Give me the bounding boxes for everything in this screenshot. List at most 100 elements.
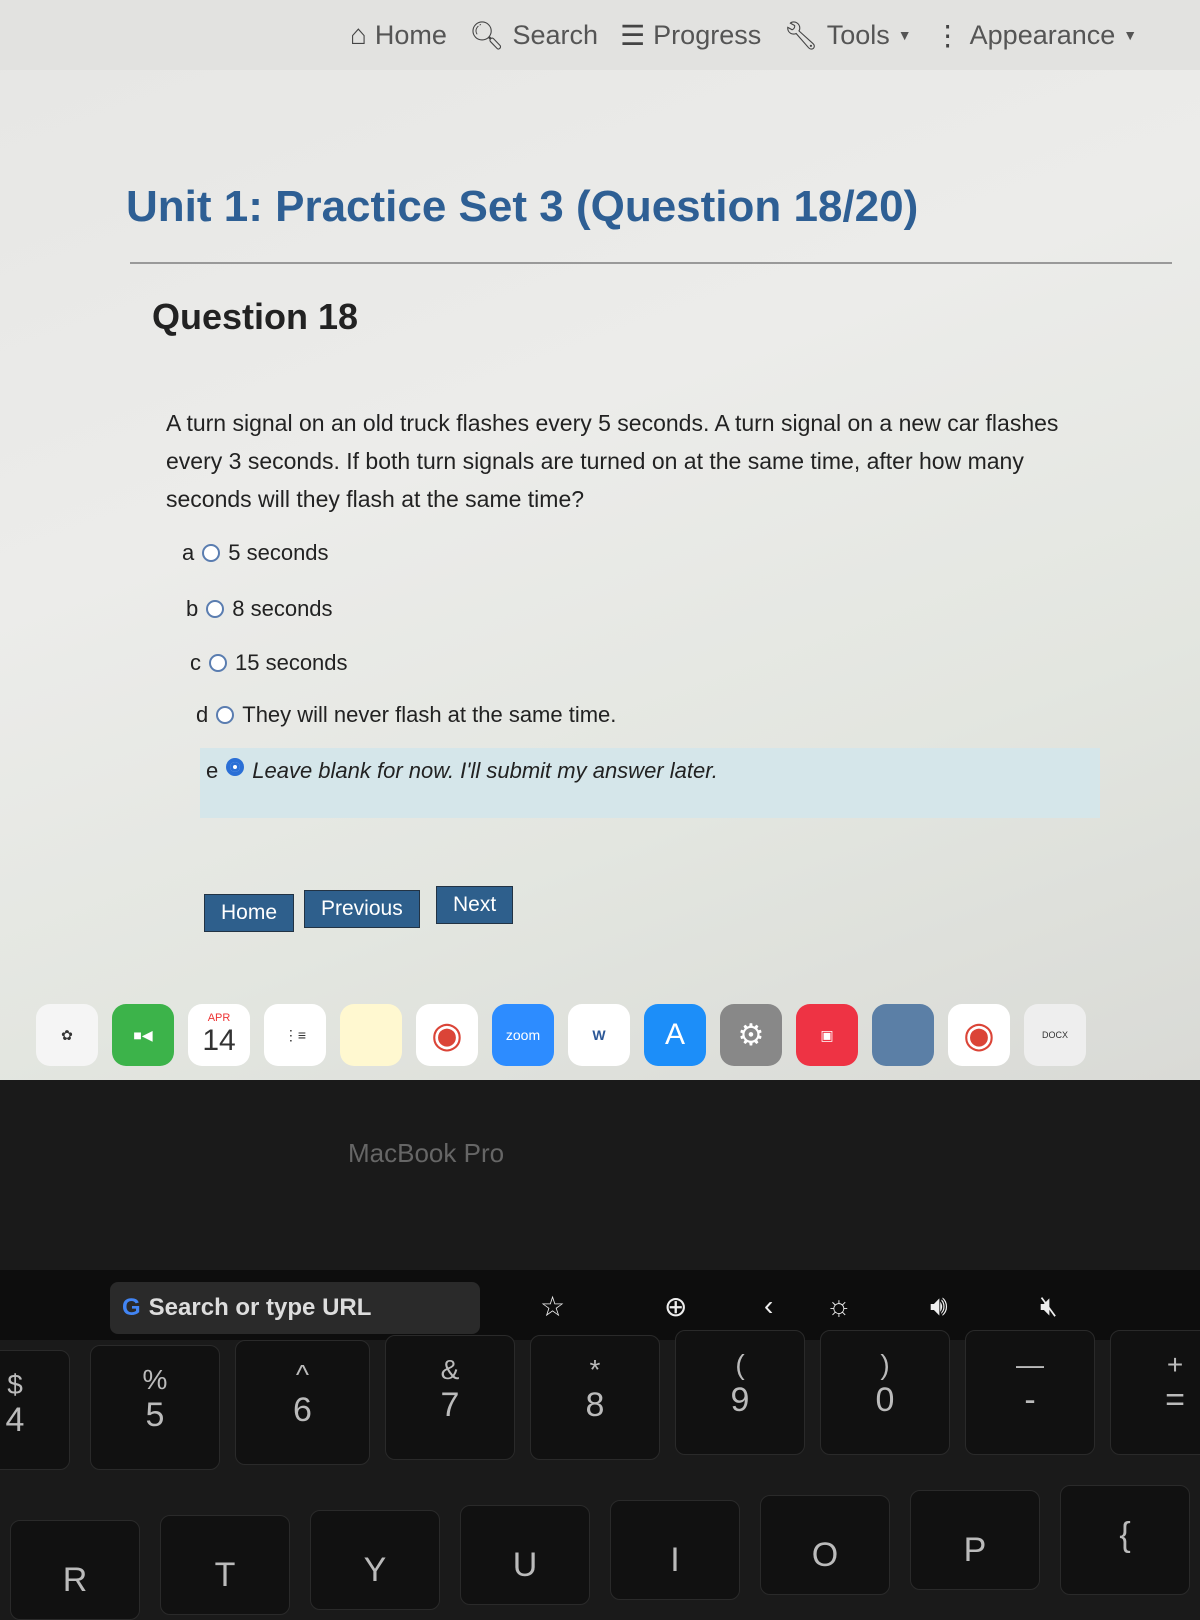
question-heading: Question 18	[152, 296, 359, 337]
reminders-icon[interactable]: ⋮≡	[264, 1004, 326, 1066]
key-p[interactable]: P	[910, 1490, 1040, 1590]
key-bottom: 9	[730, 1381, 750, 1419]
option-label: Leave blank for now. I'll submit my answ…	[252, 758, 718, 783]
radio-a[interactable]	[202, 544, 221, 562]
nav-progress[interactable]: ☰ Progress	[620, 19, 761, 52]
next-button[interactable]: Next	[436, 886, 514, 924]
option-letter: c	[190, 650, 201, 675]
option-letter: d	[196, 702, 209, 727]
key-i[interactable]: I	[610, 1500, 740, 1600]
chrome-icon-2[interactable]: ◉	[948, 1004, 1010, 1066]
key-top: ^	[295, 1359, 310, 1390]
key-7[interactable]: & 7	[385, 1335, 515, 1460]
calendar-icon[interactable]: APR 14	[188, 1004, 250, 1066]
new-tab-plus-icon[interactable]: ⊕	[664, 1290, 687, 1323]
key-5[interactable]: % 5	[90, 1345, 220, 1470]
key-top: %	[142, 1364, 168, 1395]
previous-button[interactable]: Previous	[304, 890, 420, 928]
radio-e-selected[interactable]	[226, 758, 245, 776]
key-top: —	[1016, 1349, 1044, 1380]
option-label: 5 seconds	[228, 540, 329, 565]
photo-booth-icon[interactable]: ▣	[796, 1004, 858, 1066]
key-minus[interactable]: — -	[965, 1330, 1095, 1455]
top-nav: ⌂ Home 🔍︎ Search ☰ Progress 🔧︎ Tools ▼ ⋮ Appea…	[0, 0, 1200, 70]
option-letter: e	[206, 758, 219, 783]
key-equals[interactable]: + =	[1110, 1330, 1200, 1455]
facetime-icon[interactable]: ■◀	[112, 1004, 174, 1066]
caret-down-icon: ▼	[897, 27, 912, 43]
key-bottom: 5	[145, 1396, 165, 1434]
key-bracket[interactable]: {	[1060, 1485, 1190, 1595]
zoom-app-icon[interactable]: zoom	[492, 1004, 554, 1066]
option-letter: b	[186, 596, 199, 621]
nav-progress-label: Progress	[653, 19, 762, 50]
collapse-chevron-icon[interactable]: ‹	[764, 1290, 773, 1322]
option-d[interactable]: d They will never flash at the same time.	[196, 702, 616, 728]
docx-file-icon[interactable]: DOCX	[1024, 1004, 1086, 1066]
calendar-month: APR	[207, 1012, 231, 1024]
key-u[interactable]: U	[460, 1505, 590, 1605]
list-icon: ☰	[620, 19, 646, 51]
key-t[interactable]: T	[160, 1515, 290, 1615]
key-bottom: 7	[440, 1386, 460, 1424]
search-icon: 🔍︎	[468, 19, 505, 51]
preview-icon[interactable]	[872, 1004, 934, 1066]
key-9[interactable]: (9	[675, 1330, 805, 1455]
app-store-icon[interactable]: A	[644, 1004, 706, 1066]
notes-icon[interactable]	[340, 1004, 402, 1066]
google-icon: G	[122, 1294, 141, 1321]
brightness-icon[interactable]: ☼	[826, 1290, 852, 1322]
key-y[interactable]: Y	[310, 1510, 440, 1610]
calendar-day: 14	[202, 1024, 236, 1057]
key-bottom: 0	[875, 1381, 895, 1419]
home-button[interactable]: Home	[204, 894, 295, 932]
key-bottom: 6	[293, 1391, 312, 1429]
key-r[interactable]: R	[10, 1520, 140, 1620]
key-bottom: 4	[5, 1401, 25, 1439]
url-placeholder: Search or type URL	[148, 1294, 372, 1321]
option-e[interactable]: e Leave blank for now. I'll submit my ans…	[200, 748, 1100, 818]
option-b[interactable]: b 8 seconds	[186, 596, 333, 622]
radio-c[interactable]	[209, 654, 227, 672]
key-0[interactable]: ) 0	[820, 1330, 950, 1455]
touchbar-url-field[interactable]: G Search or type URL	[110, 1282, 480, 1334]
key-top: *	[589, 1354, 601, 1385]
key-8[interactable]: * 8	[530, 1335, 660, 1460]
word-icon[interactable]: W	[568, 1004, 630, 1066]
key-bottom: =	[1165, 1381, 1185, 1419]
bookmark-star-icon[interactable]: ☆	[540, 1290, 565, 1323]
nav-appearance-label: Appearance	[969, 19, 1116, 50]
option-letter: a	[182, 540, 195, 565]
home-icon: ⌂	[350, 19, 367, 50]
key-6[interactable]: ^ 6	[235, 1340, 370, 1465]
key-top: &	[440, 1354, 460, 1385]
photos-icon[interactable]: ✿	[36, 1004, 98, 1066]
nav-tools[interactable]: 🔧︎ Tools ▼	[783, 19, 911, 52]
laptop-label: MacBook Pro	[348, 1138, 505, 1168]
nav-appearance[interactable]: ⋮ Appearance ▼	[934, 19, 1137, 52]
radio-d[interactable]	[216, 706, 235, 724]
option-a[interactable]: a 5 seconds	[182, 540, 329, 566]
zoom-label: zoom	[505, 1027, 541, 1043]
word-label: W	[592, 1027, 606, 1043]
divider	[130, 262, 1172, 264]
radio-b[interactable]	[206, 600, 225, 618]
key-o[interactable]: O	[760, 1495, 890, 1595]
mute-icon[interactable]: 🔇︎	[1040, 1290, 1058, 1323]
key-4[interactable]: $4	[0, 1350, 70, 1470]
system-settings-icon[interactable]: ⚙	[720, 1004, 782, 1066]
nav-search[interactable]: 🔍︎ Search	[469, 19, 598, 52]
page-title: Unit 1: Practice Set 3 (Question 18/20)	[126, 182, 919, 231]
option-c[interactable]: c 15 seconds	[190, 650, 348, 676]
volume-icon[interactable]: 🔊︎	[930, 1290, 948, 1323]
chrome-icon[interactable]: ◉	[416, 1004, 478, 1066]
nav-home[interactable]: ⌂ Home	[350, 19, 447, 51]
option-label: They will never flash at the same time.	[242, 702, 617, 727]
nav-tools-label: Tools	[826, 19, 890, 50]
key-bottom: 8	[585, 1386, 605, 1424]
wrench-icon: 🔧︎	[783, 19, 819, 51]
docx-label: DOCX	[1041, 1030, 1068, 1040]
option-label: 8 seconds	[232, 596, 333, 621]
caret-down-icon: ▼	[1123, 27, 1138, 43]
key-top: (	[735, 1349, 745, 1380]
